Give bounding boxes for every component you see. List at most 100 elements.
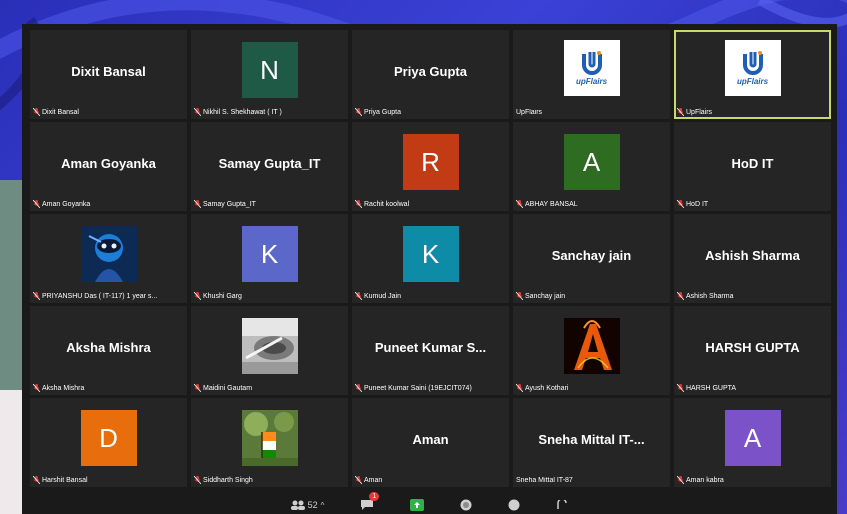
participant-label: Sanchay jain (516, 292, 667, 300)
participant-tile[interactable]: HARSH GUPTA HARSH GUPTA (674, 306, 831, 395)
participant-name: Aksha Mishra (42, 384, 85, 392)
participant-tile[interactable]: K Kumud Jain (352, 214, 509, 303)
participant-tile[interactable]: PRIYANSHU Das ( IT-117) 1 year s... (30, 214, 187, 303)
participant-tile[interactable]: Siddharth Singh (191, 398, 348, 487)
participant-tile[interactable]: Ayush Kothari (513, 306, 670, 395)
participant-label: HoD IT (677, 200, 828, 208)
muted-mic-icon (677, 384, 684, 392)
muted-mic-icon (516, 200, 523, 208)
reactions-button[interactable] (508, 498, 520, 512)
more-icon (557, 500, 568, 509)
profile-picture (241, 410, 298, 466)
participant-tile[interactable]: Puneet Kumar S... Puneet Kumar Saini (19… (352, 306, 509, 395)
participant-tile[interactable]: Aman Aman (352, 398, 509, 487)
participant-tile[interactable]: Aksha Mishra Aksha Mishra (30, 306, 187, 395)
participant-tile[interactable]: R Rachit koolwal (352, 122, 509, 211)
share-screen-button[interactable] (410, 498, 425, 512)
muted-mic-icon (194, 384, 201, 392)
participant-display-name: Sanchay jain (551, 248, 632, 263)
record-icon (460, 499, 472, 511)
muted-mic-icon (33, 108, 40, 116)
profile-picture (563, 318, 620, 374)
avatar: A (563, 134, 620, 190)
muted-mic-icon (33, 292, 40, 300)
record-button[interactable] (460, 498, 472, 512)
muted-mic-icon (355, 476, 362, 484)
muted-mic-icon (33, 200, 40, 208)
participant-label: Aman kabra (677, 476, 828, 484)
muted-mic-icon (677, 476, 684, 484)
participant-name: Kumud Jain (364, 292, 401, 300)
muted-mic-icon (355, 292, 362, 300)
avatar: K (402, 226, 459, 282)
participant-name: Khushi Garg (203, 292, 242, 300)
participant-label: Aman (355, 476, 506, 484)
participant-tile[interactable]: N Nikhil S. Shekhawat ( IT ) (191, 30, 348, 119)
participant-label: Rachit koolwal (355, 200, 506, 208)
participant-grid: Dixit Bansal Dixit Bansal N Nikhil S. Sh… (30, 30, 831, 487)
avatar: N (241, 42, 298, 98)
participant-tile[interactable]: Dixit Bansal Dixit Bansal (30, 30, 187, 119)
participants-icon (290, 500, 305, 510)
participant-tile[interactable]: Sanchay jain Sanchay jain (513, 214, 670, 303)
participant-name: Aman kabra (686, 476, 724, 484)
participant-name: Dixit Bansal (42, 108, 79, 116)
participant-name: Maidini Gautam (203, 384, 253, 392)
meeting-toolbar: 52 ^ 1 (22, 492, 837, 514)
participant-label: Puneet Kumar Saini (19EJCIT074) (355, 384, 506, 392)
more-button[interactable] (556, 498, 568, 512)
participant-name: HARSH GUPTA (686, 384, 737, 392)
avatar: D (80, 410, 137, 466)
participant-label: Harshit Bansal (33, 476, 184, 484)
avatar: K (241, 226, 298, 282)
muted-mic-icon (33, 384, 40, 392)
upflairs-logo: upFlairs (563, 40, 620, 96)
upflairs-logo-icon (581, 51, 602, 75)
profile-picture (241, 318, 298, 374)
participant-display-name: HoD IT (731, 156, 774, 171)
chat-badge: 1 (369, 492, 380, 501)
participant-tile[interactable]: D Harshit Bansal (30, 398, 187, 487)
participant-name: Nikhil S. Shekhawat ( IT ) (203, 108, 282, 116)
participant-label: HARSH GUPTA (677, 384, 828, 392)
avatar: R (402, 134, 459, 190)
participant-tile[interactable]: K Khushi Garg (191, 214, 348, 303)
desktop-panel-light (0, 390, 24, 514)
participant-tile[interactable]: upFlairs UpFlairs (513, 30, 670, 119)
participant-name: HoD IT (686, 200, 709, 208)
participant-label: Dixit Bansal (33, 108, 184, 116)
participant-name: Aman Goyanka (42, 200, 91, 208)
participant-label: Aman Goyanka (33, 200, 184, 208)
participant-name: ABHAY BANSAL (525, 200, 578, 208)
participant-tile[interactable]: A Aman kabra (674, 398, 831, 487)
participant-display-name: Samay Gupta_IT (218, 156, 321, 171)
active-speaker-tile[interactable]: upFlairs UpFlairs (674, 30, 831, 119)
participant-tile[interactable]: Maidini Gautam (191, 306, 348, 395)
participant-tile[interactable]: A ABHAY BANSAL (513, 122, 670, 211)
participant-display-name: Aksha Mishra (66, 340, 151, 355)
share-screen-icon (410, 499, 425, 511)
muted-mic-icon (677, 292, 684, 300)
chevron-up-icon[interactable]: ^ (321, 501, 325, 510)
participant-name: UpFlairs (516, 109, 543, 116)
participant-tile[interactable]: Priya Gupta Priya Gupta (352, 30, 509, 119)
participant-tile[interactable]: HoD IT HoD IT (674, 122, 831, 211)
participants-button[interactable]: 52 ^ (290, 498, 325, 512)
participant-display-name: HARSH GUPTA (705, 340, 800, 355)
participant-label: Ayush Kothari (516, 384, 667, 392)
participant-name: Rachit koolwal (364, 200, 410, 208)
participant-label: Priya Gupta (355, 108, 506, 116)
participant-tile[interactable]: Sneha Mittal IT-... Sneha Mittal IT-87 (513, 398, 670, 487)
participant-tile[interactable]: Aman Goyanka Aman Goyanka (30, 122, 187, 211)
muted-mic-icon (355, 108, 362, 116)
participant-name: Sanchay jain (525, 292, 566, 300)
participant-label: UpFlairs (516, 109, 667, 116)
participant-tile[interactable]: Ashish Sharma Ashish Sharma (674, 214, 831, 303)
participant-display-name: Priya Gupta (394, 64, 467, 79)
participant-name: Harshit Bansal (42, 476, 88, 484)
chat-button[interactable]: 1 (360, 492, 380, 512)
participant-tile[interactable]: Samay Gupta_IT Samay Gupta_IT (191, 122, 348, 211)
participant-display-name: Puneet Kumar S... (374, 340, 487, 355)
participant-label: Siddharth Singh (194, 476, 345, 484)
muted-mic-icon (194, 476, 201, 484)
